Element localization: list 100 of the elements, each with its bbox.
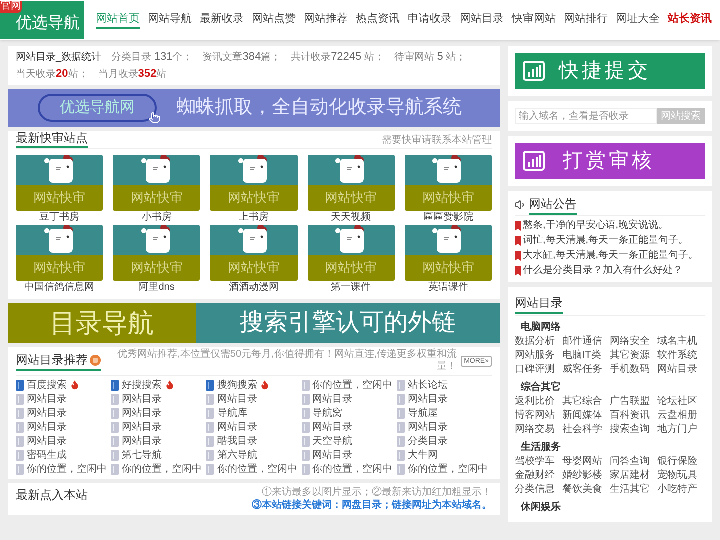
recommend-link[interactable]: 导航库: [217, 406, 248, 420]
domain-search-field[interactable]: 输入域名，查看是否收录: [515, 108, 657, 124]
recommend-link[interactable]: 网站目录: [27, 392, 67, 406]
announcement-link[interactable]: 大水缸,每天清晨,每天一条正能量句子。: [523, 248, 699, 263]
recommend-link[interactable]: 网站目录: [122, 392, 162, 406]
site-name[interactable]: 英语课件: [428, 281, 468, 295]
category-link[interactable]: 驾校学车: [515, 455, 562, 469]
category-link[interactable]: 电脑IT类: [562, 349, 610, 363]
nav-link[interactable]: 热点资讯: [356, 11, 400, 29]
category-link[interactable]: 社会科学: [562, 423, 610, 437]
category-link[interactable]: 网络交易: [515, 423, 562, 437]
recommend-link[interactable]: 网站目录: [408, 392, 448, 406]
recommend-link[interactable]: 导航窝: [312, 406, 343, 420]
category-link[interactable]: 母婴网站: [562, 455, 610, 469]
recommend-link[interactable]: 搜狗搜索: [217, 378, 258, 392]
category-link[interactable]: 软件系统: [658, 349, 705, 363]
nav-link[interactable]: 网站导航: [148, 11, 192, 29]
site-name[interactable]: 第一课件: [331, 281, 372, 295]
recommend-link[interactable]: 网站目录: [217, 392, 258, 406]
recommend-link[interactable]: 导航屋: [408, 406, 438, 420]
recommend-link[interactable]: 网站目录: [27, 406, 67, 420]
category-link[interactable]: 地方门户: [658, 423, 705, 437]
nav-link[interactable]: 网站排行: [564, 11, 608, 29]
category-link[interactable]: 手机数码: [610, 363, 658, 377]
nav-link[interactable]: 网址大全: [616, 11, 660, 29]
category-link[interactable]: 威客任务: [562, 363, 610, 377]
nav-link[interactable]: 站长资讯: [668, 11, 712, 29]
recommend-link[interactable]: 大牛网: [408, 448, 438, 462]
recommend-link[interactable]: 网站目录: [27, 434, 67, 448]
category-link[interactable]: 生活其它: [610, 483, 658, 497]
announcement-link[interactable]: 憨条,干净的早安心语,晚安说说。: [523, 218, 669, 233]
nav-link[interactable]: 网站推荐: [304, 11, 348, 29]
nav-link[interactable]: 网站点赞: [252, 11, 296, 29]
category-link[interactable]: 百科资讯: [610, 409, 658, 423]
category-link[interactable]: 其它资源: [610, 349, 658, 363]
category-link[interactable]: 婚纱影楼: [562, 469, 610, 483]
recommend-link[interactable]: 你的位置，空闲中: [312, 378, 393, 392]
recommend-link[interactable]: 网站目录: [122, 406, 162, 420]
recommend-link[interactable]: 你的位置，空闲中: [312, 462, 393, 476]
nav-link[interactable]: 申请收录: [408, 11, 452, 29]
category-link[interactable]: 问答查询: [610, 455, 658, 469]
recommend-link[interactable]: 你的位置，空闲中: [27, 462, 107, 476]
recommend-link[interactable]: 网站目录: [312, 392, 353, 406]
category-link[interactable]: 博客网站: [515, 409, 562, 423]
site-name[interactable]: 豆丁书房: [40, 211, 80, 225]
recommend-link[interactable]: 站长论坛: [408, 378, 448, 392]
category-link[interactable]: 网站服务: [515, 349, 562, 363]
category-link[interactable]: 搜索查询: [610, 423, 658, 437]
recommend-link[interactable]: 天空导航: [312, 434, 353, 448]
category-link[interactable]: 口碑评测: [515, 363, 562, 377]
category-link[interactable]: 数据分析: [515, 335, 562, 349]
category-link[interactable]: 邮件通信: [562, 335, 610, 349]
site-name[interactable]: 天天视频: [331, 211, 372, 225]
recommend-link[interactable]: 你的位置，空闲中: [217, 462, 298, 476]
recommend-link[interactable]: 你的位置，空闲中: [408, 462, 488, 476]
recommend-link[interactable]: 百度搜索: [27, 378, 67, 392]
category-link[interactable]: 宠物玩具: [658, 469, 705, 483]
recommend-link[interactable]: 网站目录: [122, 420, 162, 434]
recommend-link[interactable]: 第七导航: [122, 448, 162, 462]
recommend-link[interactable]: 网站目录: [312, 420, 353, 434]
announcement-link[interactable]: 什么是分类目录？加入有什么好处？: [523, 263, 683, 278]
site-name[interactable]: 匾匾赞影院: [423, 211, 474, 225]
nav-link[interactable]: 快审网站: [512, 11, 556, 29]
site-name[interactable]: 小书房: [142, 211, 172, 225]
recommend-link[interactable]: 酷我目录: [217, 434, 258, 448]
recommend-link[interactable]: 网站目录: [312, 448, 353, 462]
recommend-link[interactable]: 网站目录: [217, 420, 258, 434]
reward-review-button[interactable]: 打赏审核: [515, 143, 705, 179]
recommend-link[interactable]: 网站目录: [122, 434, 162, 448]
category-link[interactable]: 家居建材: [610, 469, 658, 483]
site-name[interactable]: 中国信鸽信息网: [24, 281, 95, 295]
category-link[interactable]: 云盘相册: [658, 409, 705, 423]
site-name[interactable]: 阿里dns: [138, 281, 175, 295]
recommend-link[interactable]: 好搜搜索: [122, 378, 162, 392]
recommend-link[interactable]: 密码生成: [27, 448, 67, 462]
category-link[interactable]: 餐饮美食: [562, 483, 610, 497]
site-name[interactable]: 酒酒动漫网: [228, 281, 279, 295]
category-link[interactable]: 网站目录: [658, 363, 705, 377]
category-link[interactable]: 返利比价: [515, 395, 562, 409]
quick-submit-button[interactable]: 快捷提交: [515, 53, 705, 89]
category-link[interactable]: 论坛社区: [658, 395, 705, 409]
recommend-link[interactable]: 第六导航: [217, 448, 258, 462]
category-link[interactable]: 金融财经: [515, 469, 562, 483]
nav-link[interactable]: 网站目录: [460, 11, 504, 29]
category-link[interactable]: 分类信息: [515, 483, 562, 497]
recommend-link[interactable]: 你的位置，空闲中: [122, 462, 202, 476]
category-link[interactable]: 银行保险: [658, 455, 705, 469]
nav-link[interactable]: 网站首页: [96, 11, 140, 29]
recommend-link[interactable]: 网站目录: [408, 420, 448, 434]
nav-link[interactable]: 最新收录: [200, 11, 244, 29]
recommend-link[interactable]: 分类目录: [408, 434, 448, 448]
category-link[interactable]: 域名主机: [658, 335, 705, 349]
category-link[interactable]: 其它综合: [562, 395, 610, 409]
category-link[interactable]: 网络安全: [610, 335, 658, 349]
category-link[interactable]: 小吃特产: [658, 483, 705, 497]
announcement-link[interactable]: 词忙,每天清晨,每天一条正能量句子。: [523, 233, 689, 248]
site-name[interactable]: 上书房: [238, 211, 269, 225]
category-link[interactable]: 新闻媒体: [562, 409, 610, 423]
category-link[interactable]: 广告联盟: [610, 395, 658, 409]
recommend-link[interactable]: 网站目录: [27, 420, 67, 434]
